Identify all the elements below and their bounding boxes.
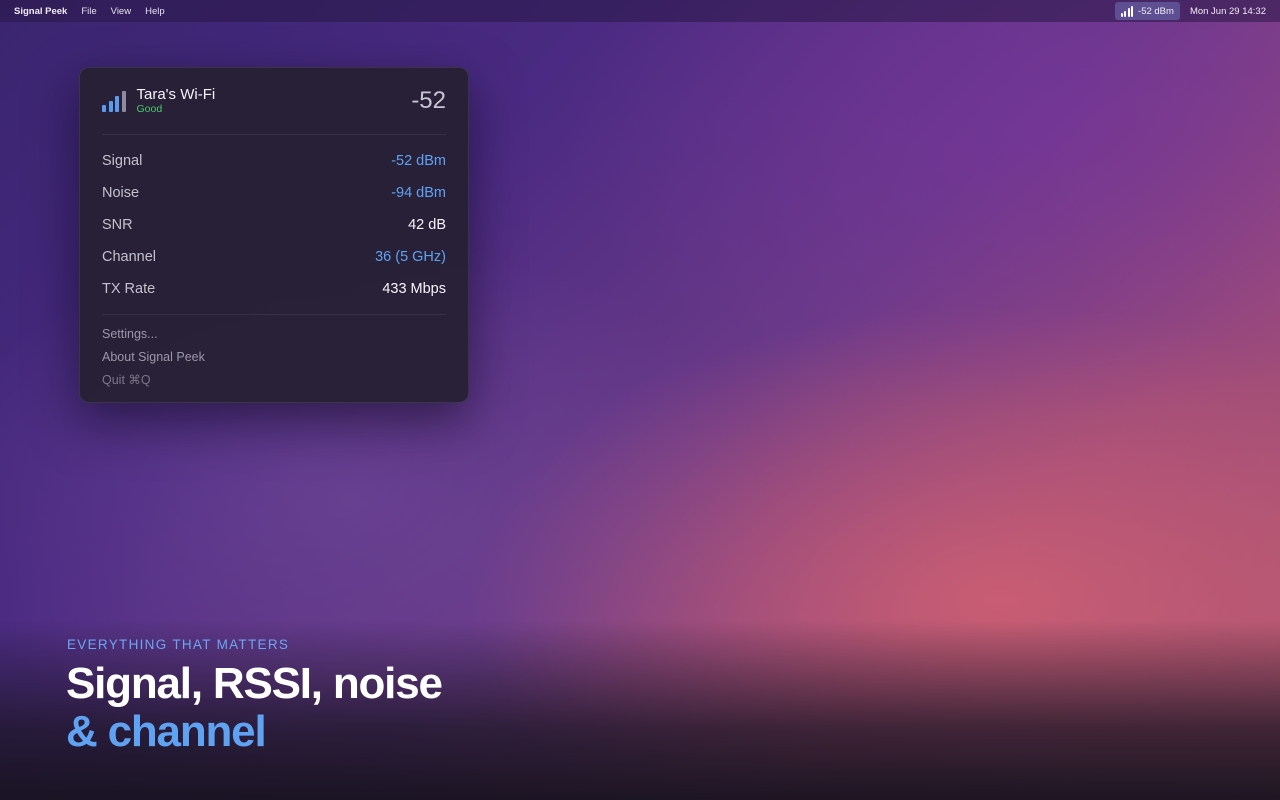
metric-value: 36 (5 GHz) <box>375 249 446 265</box>
signal-quality-label: Good <box>136 103 163 115</box>
headline-line-2: & channel <box>66 707 267 756</box>
status-item-label: -52 dBm <box>1138 5 1174 17</box>
metric-value: -52 dBm <box>391 153 446 169</box>
menu-view[interactable]: View <box>111 6 131 17</box>
signal-bars-icon <box>102 90 126 112</box>
settings-menu-item[interactable]: Settings... <box>102 323 446 346</box>
signal-bars-icon <box>1120 5 1134 17</box>
metric-row-tx-rate: TX Rate 433 Mbps <box>102 273 446 305</box>
about-menu-item[interactable]: About Signal Peek <box>102 346 446 369</box>
metric-row-signal: Signal -52 dBm <box>102 145 446 177</box>
metric-value: 42 dB <box>408 217 446 233</box>
metrics-list: Signal -52 dBm Noise -94 dBm SNR 42 dB C… <box>102 135 446 305</box>
signal-status-item[interactable]: -52 dBm <box>1114 2 1180 20</box>
metric-value: 433 Mbps <box>382 281 446 297</box>
metric-label: TX Rate <box>102 281 156 297</box>
hero-headline: Signal, RSSI, noise & channel <box>66 659 443 756</box>
menu-file[interactable]: File <box>81 6 96 17</box>
panel-menu: Settings... About Signal Peek Quit ⌘Q <box>102 315 446 392</box>
metric-row-channel: Channel 36 (5 GHz) <box>102 241 446 273</box>
metric-label: SNR <box>102 217 133 233</box>
panel-header: Tara's Wi-Fi Good -52 <box>102 68 446 135</box>
metric-label: Channel <box>102 249 157 265</box>
quit-menu-item[interactable]: Quit ⌘Q <box>102 369 446 392</box>
metric-value: -94 dBm <box>391 185 446 201</box>
menu-bar-clock[interactable]: Mon Jun 29 14:32 <box>1190 6 1266 17</box>
app-menu[interactable]: Signal Peek <box>14 6 67 17</box>
metric-label: Signal <box>102 153 143 169</box>
network-info: Tara's Wi-Fi Good <box>137 86 216 116</box>
menu-help[interactable]: Help <box>145 6 165 17</box>
metric-label: Noise <box>102 185 140 201</box>
menu-bar: Signal Peek File View Help -52 dBm Mon J… <box>0 0 1280 22</box>
rssi-readout: -52 <box>411 87 446 114</box>
metric-row-snr: SNR 42 dB <box>102 209 446 241</box>
signal-popover: Tara's Wi-Fi Good -52 Signal -52 dBm Noi… <box>79 67 469 403</box>
hero-eyebrow: EVERYTHING THAT MATTERS <box>67 637 290 652</box>
headline-line-1: Signal, RSSI, noise <box>66 659 443 708</box>
network-name: Tara's Wi-Fi <box>136 86 216 103</box>
metric-row-noise: Noise -94 dBm <box>102 177 446 209</box>
